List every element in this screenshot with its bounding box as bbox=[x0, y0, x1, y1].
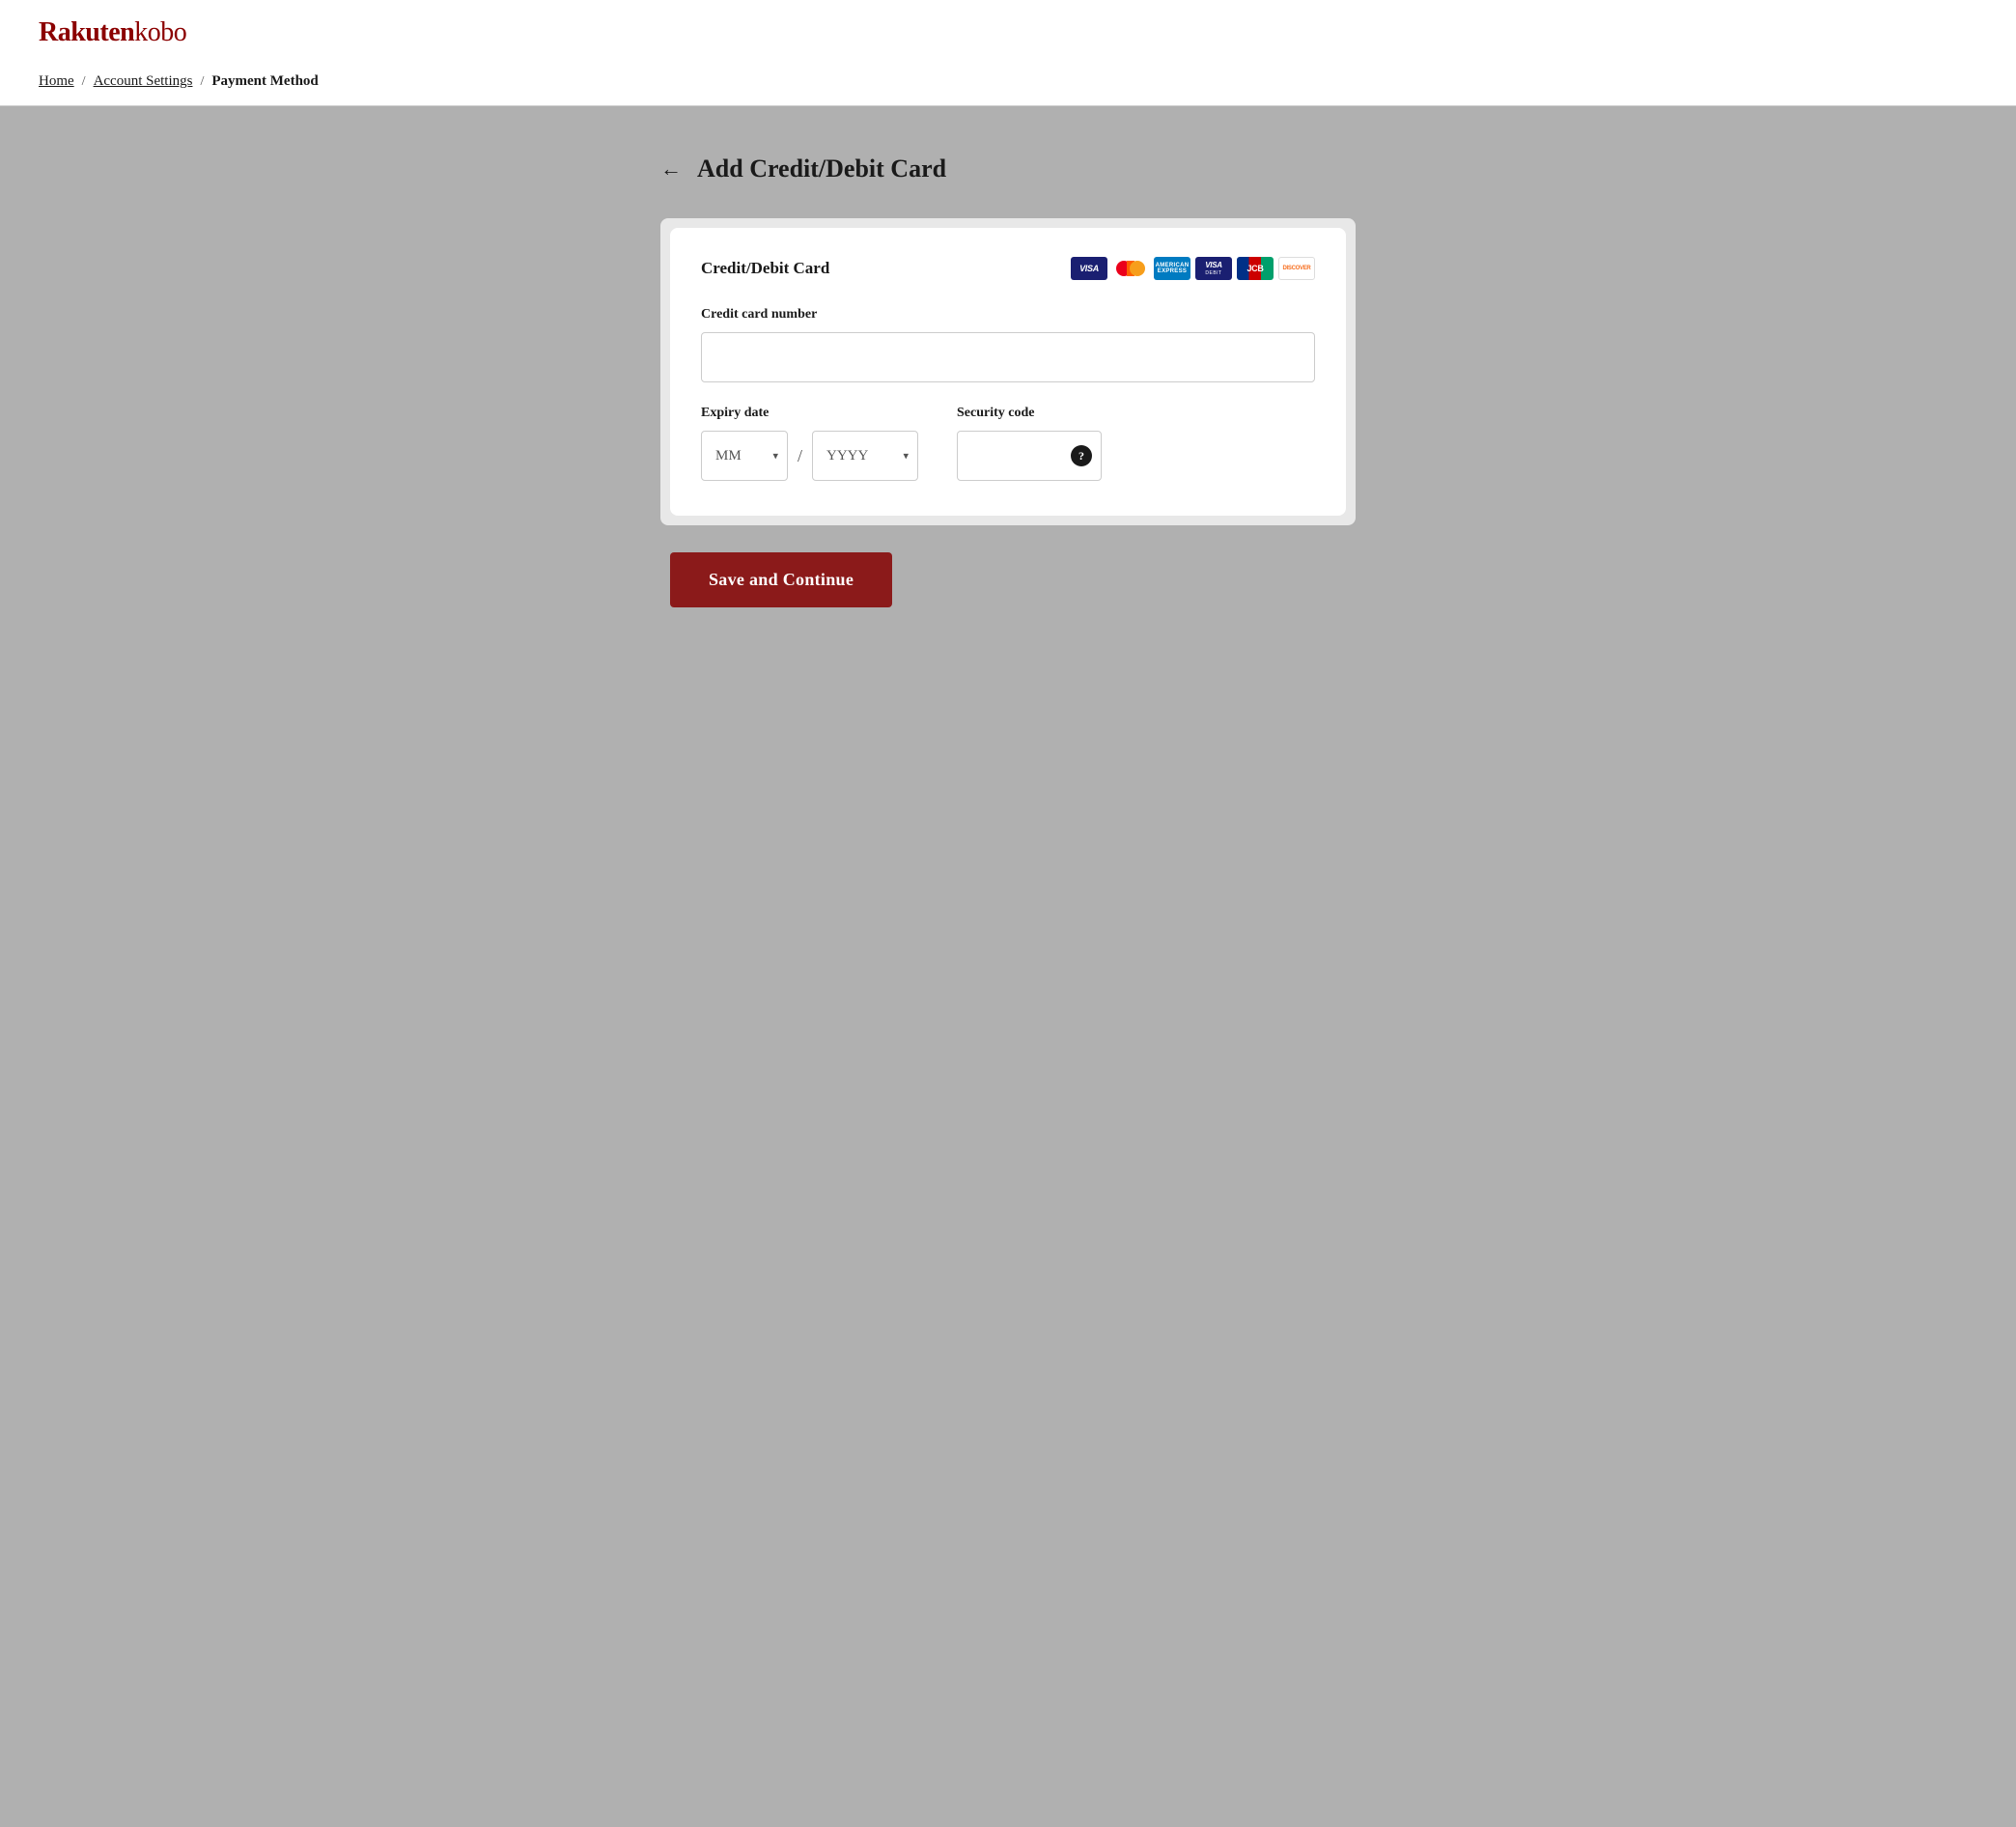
card-icons: VISA AMERICAN EXPRESS VISA bbox=[1071, 257, 1315, 280]
breadcrumb-current: Payment Method bbox=[211, 73, 318, 90]
security-help-icon[interactable]: ? bbox=[1071, 445, 1092, 466]
mastercard-icon bbox=[1112, 257, 1149, 280]
page-title: Add Credit/Debit Card bbox=[697, 155, 946, 183]
card-form: Credit/Debit Card VISA AMERICAN EXPRESS bbox=[670, 228, 1346, 516]
breadcrumb-home[interactable]: Home bbox=[39, 73, 74, 90]
main-content: ← Add Credit/Debit Card Credit/Debit Car… bbox=[0, 106, 2016, 1817]
mc-right-circle bbox=[1130, 261, 1145, 276]
header: Rakutenkobo bbox=[0, 0, 2016, 62]
month-select-wrapper: MM 01 02 03 04 05 06 07 08 09 10 bbox=[701, 431, 788, 481]
expiry-label: Expiry date bbox=[701, 406, 918, 421]
breadcrumb: Home / Account Settings / Payment Method bbox=[39, 73, 1977, 90]
card-form-header: Credit/Debit Card VISA AMERICAN EXPRESS bbox=[701, 257, 1315, 280]
expiry-inputs: MM 01 02 03 04 05 06 07 08 09 10 bbox=[701, 431, 918, 481]
back-arrow-icon[interactable]: ← bbox=[660, 156, 682, 182]
breadcrumb-account-settings[interactable]: Account Settings bbox=[94, 73, 193, 90]
logo-part2: kobo bbox=[134, 17, 186, 47]
security-label: Security code bbox=[957, 406, 1102, 421]
security-group: Security code ? bbox=[957, 406, 1102, 481]
expiry-slash: / bbox=[798, 446, 802, 466]
breadcrumb-separator-2: / bbox=[200, 74, 204, 90]
month-select[interactable]: MM 01 02 03 04 05 06 07 08 09 10 bbox=[701, 431, 788, 481]
card-number-input[interactable] bbox=[701, 332, 1315, 382]
expiry-group: Expiry date MM 01 02 03 04 05 06 bbox=[701, 406, 918, 481]
breadcrumb-bar: Home / Account Settings / Payment Method bbox=[0, 62, 2016, 106]
save-continue-button[interactable]: Save and Continue bbox=[670, 552, 892, 607]
card-form-title: Credit/Debit Card bbox=[701, 259, 829, 278]
discover-icon: DISCOVER bbox=[1278, 257, 1315, 280]
page-header: ← Add Credit/Debit Card bbox=[660, 155, 1356, 183]
logo-part1: Rakuten bbox=[39, 17, 134, 47]
card-number-group: Credit card number bbox=[701, 307, 1315, 382]
visa-debit-icon: VISA DEBIT bbox=[1195, 257, 1232, 280]
logo[interactable]: Rakutenkobo bbox=[39, 17, 1977, 48]
amex-icon: AMERICAN EXPRESS bbox=[1154, 257, 1190, 280]
card-form-wrapper: Credit/Debit Card VISA AMERICAN EXPRESS bbox=[660, 218, 1356, 525]
card-number-label: Credit card number bbox=[701, 307, 1315, 323]
save-button-wrapper: Save and Continue bbox=[660, 552, 1356, 607]
year-select-wrapper: YYYY 2024 2025 2026 2027 2028 2029 2030 … bbox=[812, 431, 918, 481]
breadcrumb-separator-1: / bbox=[82, 74, 86, 90]
jcb-icon: JCB bbox=[1237, 257, 1274, 280]
expiry-security-row: Expiry date MM 01 02 03 04 05 06 bbox=[701, 406, 1315, 481]
year-select[interactable]: YYYY 2024 2025 2026 2027 2028 2029 2030 … bbox=[812, 431, 918, 481]
visa-icon: VISA bbox=[1071, 257, 1107, 280]
security-input-wrapper: ? bbox=[957, 431, 1102, 481]
